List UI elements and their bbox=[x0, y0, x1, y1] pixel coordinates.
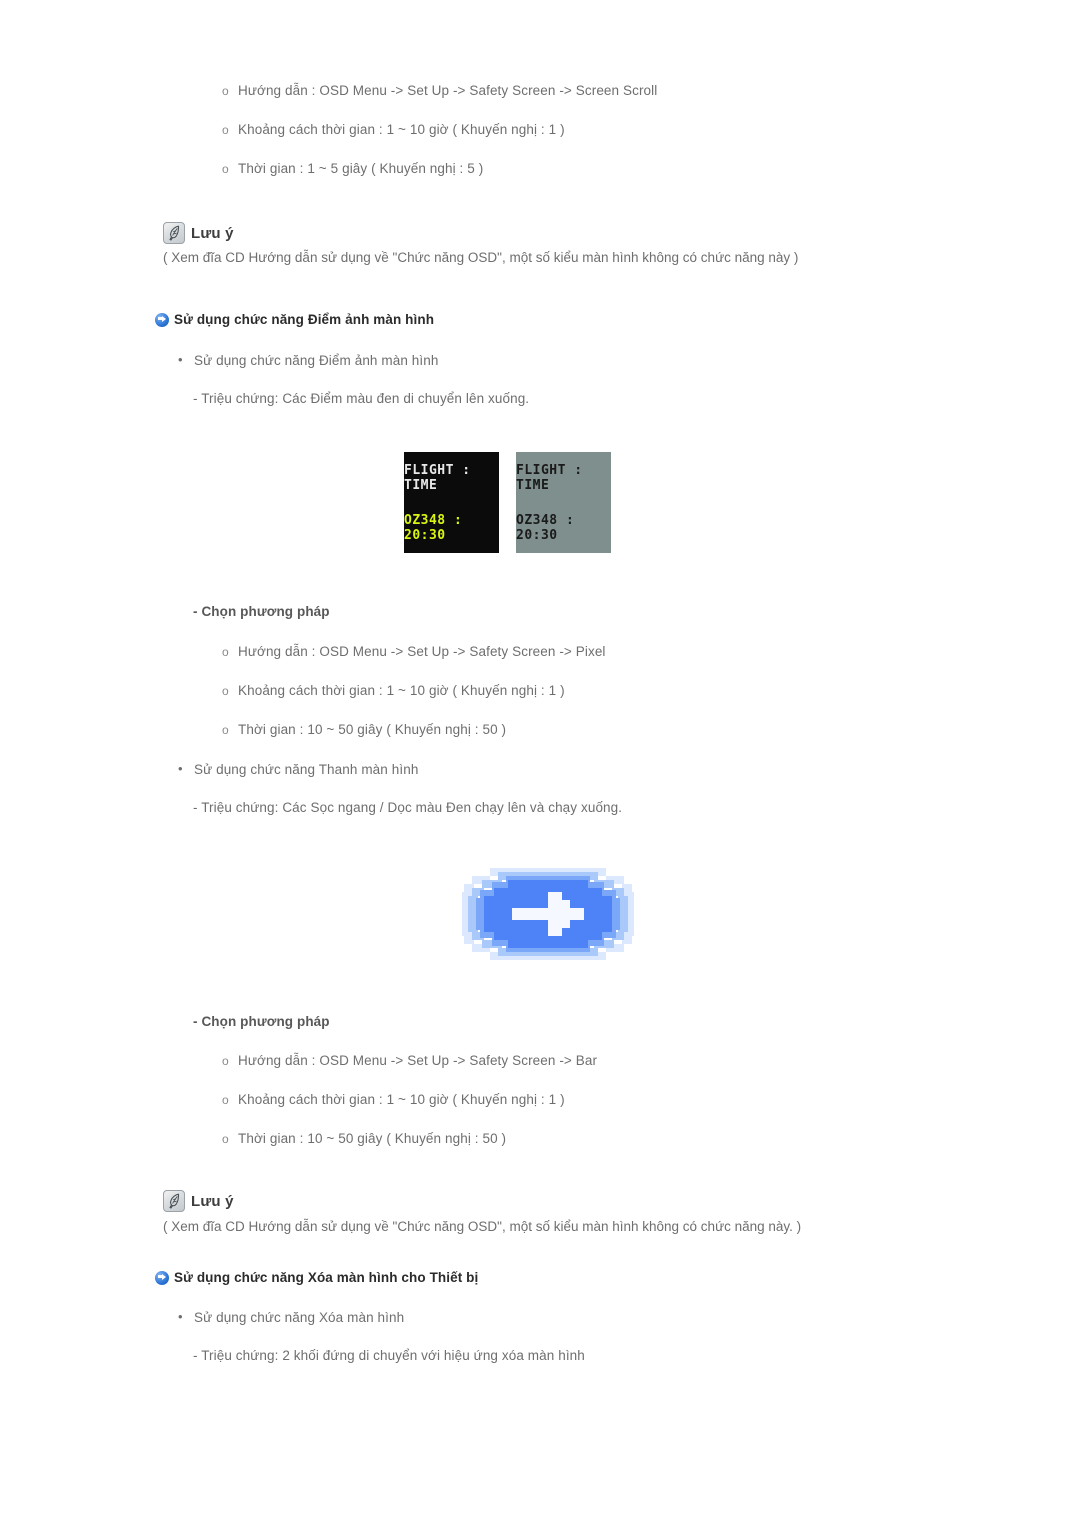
list-item-label: Khoảng cách thời gian : 1 ~ 10 giờ ( Khu… bbox=[238, 122, 565, 137]
flight-display-panel-gray: FLIGHT : TIME OZ348 : 20:30 bbox=[516, 452, 611, 553]
circle-marker: o bbox=[222, 684, 229, 698]
method-subheading: - Chọn phương pháp bbox=[193, 1014, 330, 1029]
manual-page: o Hướng dẫn : OSD Menu -> Set Up -> Safet… bbox=[0, 0, 1080, 1527]
list-item-label: Hướng dẫn : OSD Menu -> Set Up -> Safety… bbox=[238, 1053, 598, 1068]
disc-marker: • bbox=[178, 352, 183, 367]
list-item: o Khoảng cách thời gian : 1 ~ 10 giờ ( Kh… bbox=[222, 1091, 565, 1109]
section-heading-label: Sử dụng chức năng Điểm ảnh màn hình bbox=[174, 312, 435, 327]
note-quill-icon bbox=[163, 1190, 185, 1212]
flight-display-panel-dark: FLIGHT : TIME OZ348 : 20:30 bbox=[404, 452, 499, 553]
list-item-label: Thời gian : 10 ~ 50 giây ( Khuyến nghị :… bbox=[238, 1131, 507, 1146]
list-item-label: Hướng dẫn : OSD Menu -> Set Up -> Safety… bbox=[238, 644, 606, 659]
list-item: o Khoảng cách thời gian : 1 ~ 10 giờ ( Kh… bbox=[222, 121, 565, 139]
list-item: o Khoảng cách thời gian : 1 ~ 10 giờ ( Kh… bbox=[222, 682, 565, 700]
list-item: o Hướng dẫn : OSD Menu -> Set Up -> Safet… bbox=[222, 643, 606, 661]
circle-marker: o bbox=[222, 123, 229, 137]
blue-arrow-bullet-icon bbox=[155, 312, 169, 327]
flight-display-row: OZ348 : 20:30 bbox=[404, 512, 463, 543]
disc-marker: • bbox=[178, 761, 183, 776]
disc-marker: • bbox=[178, 1309, 183, 1324]
list-item-label: Thời gian : 10 ~ 50 giây ( Khuyến nghị :… bbox=[238, 722, 507, 737]
list-item: • Sử dụng chức năng Xóa màn hình bbox=[178, 1308, 404, 1327]
section-heading-label: Sử dụng chức năng Xóa màn hình cho Thiết… bbox=[174, 1270, 479, 1285]
section-heading-pixel: Sử dụng chức năng Điểm ảnh màn hình bbox=[155, 312, 434, 327]
note-quill-icon bbox=[163, 222, 185, 244]
circle-marker: o bbox=[222, 723, 229, 737]
list-item-label: Sử dụng chức năng Điểm ảnh màn hình bbox=[194, 353, 439, 368]
section-heading-eraser: Sử dụng chức năng Xóa màn hình cho Thiết… bbox=[155, 1270, 478, 1285]
list-item: o Hướng dẫn : OSD Menu -> Set Up -> Safet… bbox=[222, 1052, 597, 1070]
note-body: ( Xem đĩa CD Hướng dẫn sử dụng về "Chức … bbox=[163, 250, 799, 265]
list-item: • Sử dụng chức năng Điểm ảnh màn hình bbox=[178, 351, 438, 370]
list-item-label: Sử dụng chức năng Thanh màn hình bbox=[194, 762, 419, 777]
list-item: o Thời gian : 1 ~ 5 giây ( Khuyến nghị : … bbox=[222, 160, 483, 178]
symptom-text: - Triệu chứng: Các Điểm màu đen di chuyể… bbox=[193, 391, 530, 406]
list-item-label: Khoảng cách thời gian : 1 ~ 10 giờ ( Khu… bbox=[238, 1092, 565, 1107]
flight-display-header: FLIGHT : TIME bbox=[404, 462, 471, 493]
list-item: o Thời gian : 10 ~ 50 giây ( Khuyến nghị … bbox=[222, 721, 506, 739]
blue-arrow-bullet-icon bbox=[155, 1270, 169, 1285]
note-title-label: Lưu ý bbox=[191, 1192, 234, 1210]
list-item: • Sử dụng chức năng Thanh màn hình bbox=[178, 760, 418, 779]
note-title-label: Lưu ý bbox=[191, 224, 234, 242]
circle-marker: o bbox=[222, 1132, 229, 1146]
list-item-label: Hướng dẫn : OSD Menu -> Set Up -> Safety… bbox=[238, 83, 658, 98]
symptom-text: - Triệu chứng: Các Sọc ngang / Dọc màu Đ… bbox=[193, 800, 623, 815]
circle-marker: o bbox=[222, 162, 229, 176]
symptom-text: - Triệu chứng: 2 khối đứng di chuyển với… bbox=[193, 1348, 585, 1363]
note-title: Lưu ý bbox=[163, 1190, 234, 1212]
list-item: o Hướng dẫn : OSD Menu -> Set Up -> Safet… bbox=[222, 82, 657, 100]
note-body: ( Xem đĩa CD Hướng dẫn sử dụng về "Chức … bbox=[163, 1219, 802, 1234]
flight-display-header: FLIGHT : TIME bbox=[516, 462, 583, 493]
method-subheading: - Chọn phương pháp bbox=[193, 604, 330, 619]
circle-marker: o bbox=[222, 1054, 229, 1068]
blue-oval-arrow-figure bbox=[462, 866, 634, 962]
flight-display-row: OZ348 : 20:30 bbox=[516, 512, 575, 543]
note-title: Lưu ý bbox=[163, 222, 234, 244]
circle-marker: o bbox=[222, 645, 229, 659]
circle-marker: o bbox=[222, 1093, 229, 1107]
list-item: o Thời gian : 10 ~ 50 giây ( Khuyến nghị … bbox=[222, 1130, 506, 1148]
list-item-label: Thời gian : 1 ~ 5 giây ( Khuyến nghị : 5… bbox=[238, 161, 484, 176]
list-item-label: Khoảng cách thời gian : 1 ~ 10 giờ ( Khu… bbox=[238, 683, 565, 698]
circle-marker: o bbox=[222, 84, 229, 98]
list-item-label: Sử dụng chức năng Xóa màn hình bbox=[194, 1310, 405, 1325]
